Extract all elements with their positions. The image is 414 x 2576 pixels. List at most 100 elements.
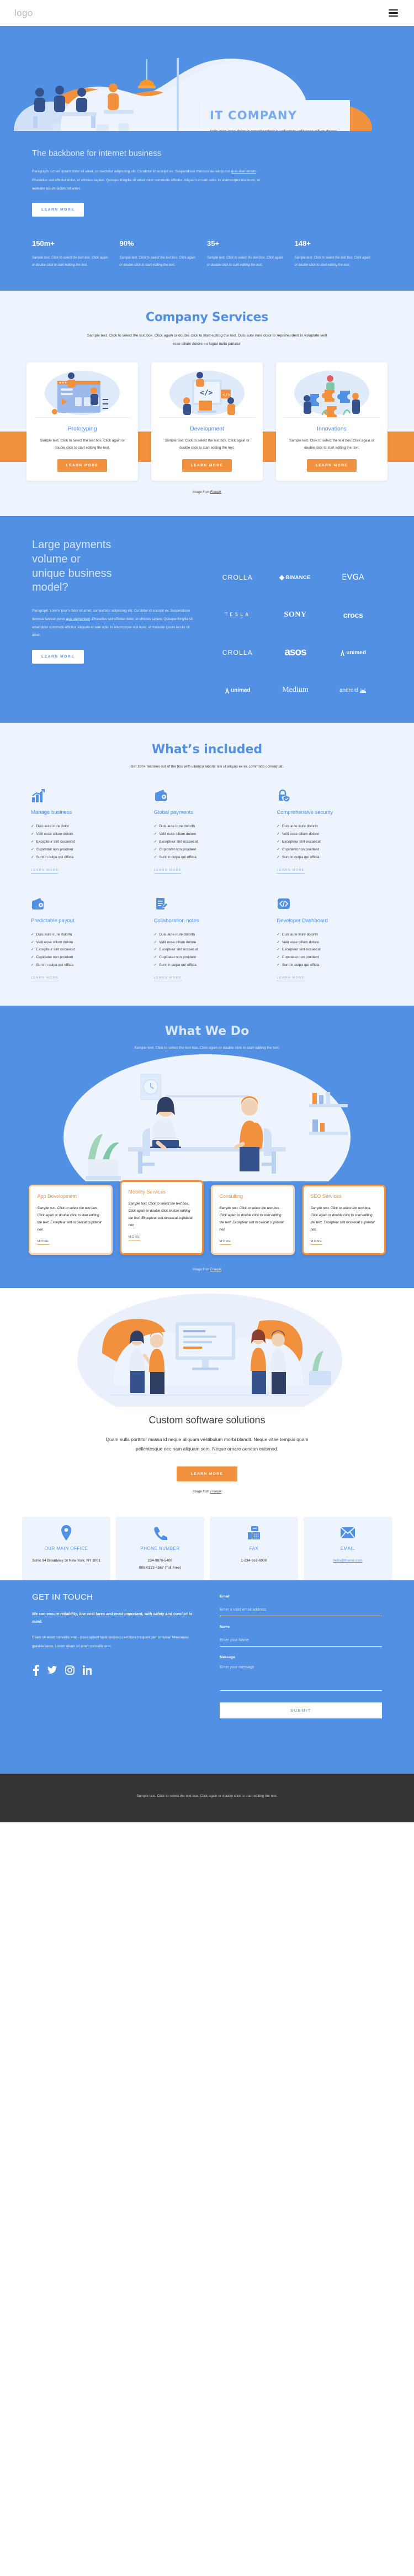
message-label: Message bbox=[220, 1655, 235, 1660]
envelope-icon bbox=[309, 1524, 386, 1541]
feature-learn-more-link[interactable]: LEARN MORE bbox=[277, 976, 305, 981]
service-learn-more-button[interactable]: LEARN MORE bbox=[306, 459, 357, 472]
submit-button[interactable]: SUBMIT bbox=[220, 1702, 382, 1719]
service-detail-card[interactable]: Mobility Services Sample text. Click to … bbox=[119, 1180, 204, 1255]
feature-list-item: ✓ Velit esse cillum dolore bbox=[31, 832, 73, 837]
feature-list-item: ✓ Cupidatat non proident bbox=[153, 955, 196, 960]
feature-list-item: ✓ Velit esse cillum dolore bbox=[153, 832, 197, 837]
feature-list: ✓ Duis aute irure dolor ✓ Velit esse cillu… bbox=[31, 823, 137, 861]
feature-learn-more-link[interactable]: LEARN MORE bbox=[31, 976, 59, 981]
name-input[interactable] bbox=[220, 1637, 382, 1647]
freepik-link[interactable]: Freepik bbox=[210, 491, 221, 494]
brand-logo-sony: SONY bbox=[284, 611, 307, 619]
phone-number-primary: 234-9876-5400 bbox=[147, 1558, 173, 1563]
stats-row: 150m+ Sample text. Click to select the t… bbox=[32, 239, 382, 269]
what-we-do-card-row: App Development Sample text. Click to se… bbox=[0, 1180, 414, 1255]
check-icon: ✓ bbox=[153, 948, 157, 952]
brand-logo-crolla-2: CROLLA bbox=[222, 649, 253, 657]
facebook-icon[interactable] bbox=[32, 1664, 39, 1679]
freepik-link[interactable]: Freepik bbox=[210, 1490, 221, 1494]
check-icon: ✓ bbox=[277, 824, 280, 829]
backbone-paragraph: Paragraph. Lorem ipsum dolor sit amet, c… bbox=[32, 167, 264, 193]
company-services-section: Company Services Sample text. Click to s… bbox=[0, 291, 414, 517]
instagram-icon[interactable] bbox=[65, 1665, 75, 1678]
backbone-learn-more-button[interactable]: LEARN MORE bbox=[32, 203, 84, 217]
service-detail-card[interactable]: Consulting Sample text. Click to select … bbox=[210, 1184, 295, 1255]
whats-included-section: What’s included Get 100+ features out of… bbox=[0, 723, 414, 1006]
brand-logo-grid: CROLLA BINANCE EVGA TESLA SONY crocs CRO… bbox=[209, 572, 382, 695]
check-icon: ✓ bbox=[153, 847, 157, 851]
hero-description: Duis aute irure dolor in reprehenderit i… bbox=[210, 128, 340, 131]
feature-list-item: ✓ Sunt in culpa qui officia bbox=[31, 855, 74, 859]
card-text: Sample text. Click to select the text bo… bbox=[219, 1206, 284, 1232]
payments-heading-line: unique business bbox=[32, 567, 112, 580]
check-icon: ✓ bbox=[277, 948, 280, 952]
hero-card: IT COMPANY Duis aute irure dolor in repr… bbox=[200, 100, 350, 131]
feature-item: Comprehensive security ✓ Duis aute irure … bbox=[277, 788, 383, 874]
feature-title: Global payments bbox=[153, 809, 193, 816]
check-icon: ✓ bbox=[153, 963, 157, 968]
card-title: App Development bbox=[37, 1193, 77, 1199]
feature-list: ✓ Duis aute irure dolorIn ✓ Velit esse cil… bbox=[31, 931, 137, 969]
card-text: Sample text. Click to select the text bo… bbox=[37, 1206, 102, 1232]
get-in-touch-lead: We can ensure reliability, low cost fare… bbox=[32, 1612, 193, 1624]
check-icon: ✓ bbox=[277, 940, 280, 944]
feature-item: Predictable payout ✓ Duis aute irure dolo… bbox=[31, 897, 137, 981]
feature-learn-more-link[interactable]: LEARN MORE bbox=[277, 869, 305, 874]
check-icon: ✓ bbox=[153, 832, 157, 837]
check-icon: ✓ bbox=[31, 855, 34, 859]
note-edit-icon bbox=[154, 897, 168, 911]
card-more-link[interactable]: MORE bbox=[310, 1240, 322, 1245]
backbone-heading: The backbone for internet business bbox=[32, 149, 162, 158]
service-detail-card[interactable]: App Development Sample text. Click to se… bbox=[28, 1184, 113, 1255]
feature-learn-more-link[interactable]: LEARN MORE bbox=[153, 976, 182, 981]
what-we-do-subtitle: Sample text. Click to select the text bo… bbox=[134, 1045, 280, 1050]
check-icon: ✓ bbox=[31, 847, 34, 851]
stat-number: 150m+ bbox=[32, 239, 55, 248]
message-textarea[interactable] bbox=[220, 1664, 382, 1691]
development-icon: </> </> bbox=[169, 371, 245, 416]
contact-card-row: OUR MAIN OFFICE SoHo 94 Broadway St New … bbox=[0, 1512, 414, 1581]
feature-list-item: ✓ Duis aute irure dolorIn bbox=[277, 932, 318, 937]
twitter-icon[interactable] bbox=[47, 1666, 57, 1677]
check-icon: ✓ bbox=[277, 932, 280, 937]
feature-list-item: ✓ Excepteur sint occaecat bbox=[277, 840, 321, 844]
custom-learn-more-button[interactable]: LEARN MORE bbox=[176, 1466, 238, 1481]
services-subtitle: Sample text. Click to select the text bo… bbox=[87, 334, 327, 346]
get-in-touch-heading: GET IN TOUCH bbox=[32, 1592, 93, 1602]
backbone-inline-link[interactable]: quis elementum bbox=[231, 170, 256, 174]
service-detail-card[interactable]: SEO Services Sample text. Click to selec… bbox=[301, 1184, 386, 1255]
payments-learn-more-button[interactable]: LEARN MORE bbox=[32, 650, 84, 664]
get-in-touch-section: GET IN TOUCH We can ensure reliability, … bbox=[0, 1580, 414, 1774]
service-learn-more-button[interactable]: LEARN MORE bbox=[57, 459, 108, 472]
card-more-link[interactable]: MORE bbox=[219, 1240, 231, 1245]
custom-image-credit: Image from Freepik bbox=[0, 1490, 414, 1494]
contact-card-value: SoHo 94 Broadway St New York, NY 1001 bbox=[32, 1558, 100, 1563]
card-more-link[interactable]: MORE bbox=[37, 1240, 49, 1245]
feature-learn-more-link[interactable]: LEARN MORE bbox=[153, 869, 182, 874]
email-input[interactable] bbox=[220, 1607, 382, 1617]
service-learn-more-button[interactable]: LEARN MORE bbox=[182, 459, 232, 472]
brand-logo-medium: Medium bbox=[282, 686, 309, 695]
check-icon: ✓ bbox=[277, 963, 280, 968]
hamburger-icon[interactable] bbox=[387, 8, 400, 18]
custom-software-section: Custom software solutions Quam nulla por… bbox=[0, 1287, 414, 1512]
service-card[interactable]: </> </> Development Sample text. Click t… bbox=[151, 362, 263, 481]
check-icon: ✓ bbox=[277, 840, 280, 844]
service-card[interactable]: Innovations Sample text. Click to select… bbox=[276, 362, 388, 481]
check-icon: ✓ bbox=[277, 847, 280, 851]
freepik-link[interactable]: Freepik bbox=[210, 1268, 221, 1271]
contact-form: Email Name Message SUBMIT bbox=[220, 1592, 382, 1719]
payments-inline-link[interactable]: quis elementum bbox=[66, 617, 91, 621]
service-title: Innovations bbox=[317, 425, 347, 433]
email-link[interactable]: hello@theme.com bbox=[333, 1559, 362, 1563]
check-icon: ✓ bbox=[31, 824, 34, 829]
linkedin-icon[interactable] bbox=[82, 1665, 92, 1678]
wallet-icon bbox=[31, 897, 45, 911]
services-heading: Company Services bbox=[145, 311, 269, 325]
service-card[interactable]: Prototyping Sample text. Click to select… bbox=[26, 362, 138, 481]
feature-learn-more-link[interactable]: LEARN MORE bbox=[31, 869, 59, 874]
check-icon: ✓ bbox=[153, 855, 157, 859]
site-logo[interactable]: logo bbox=[14, 8, 33, 19]
card-more-link[interactable]: MORE bbox=[128, 1236, 140, 1240]
